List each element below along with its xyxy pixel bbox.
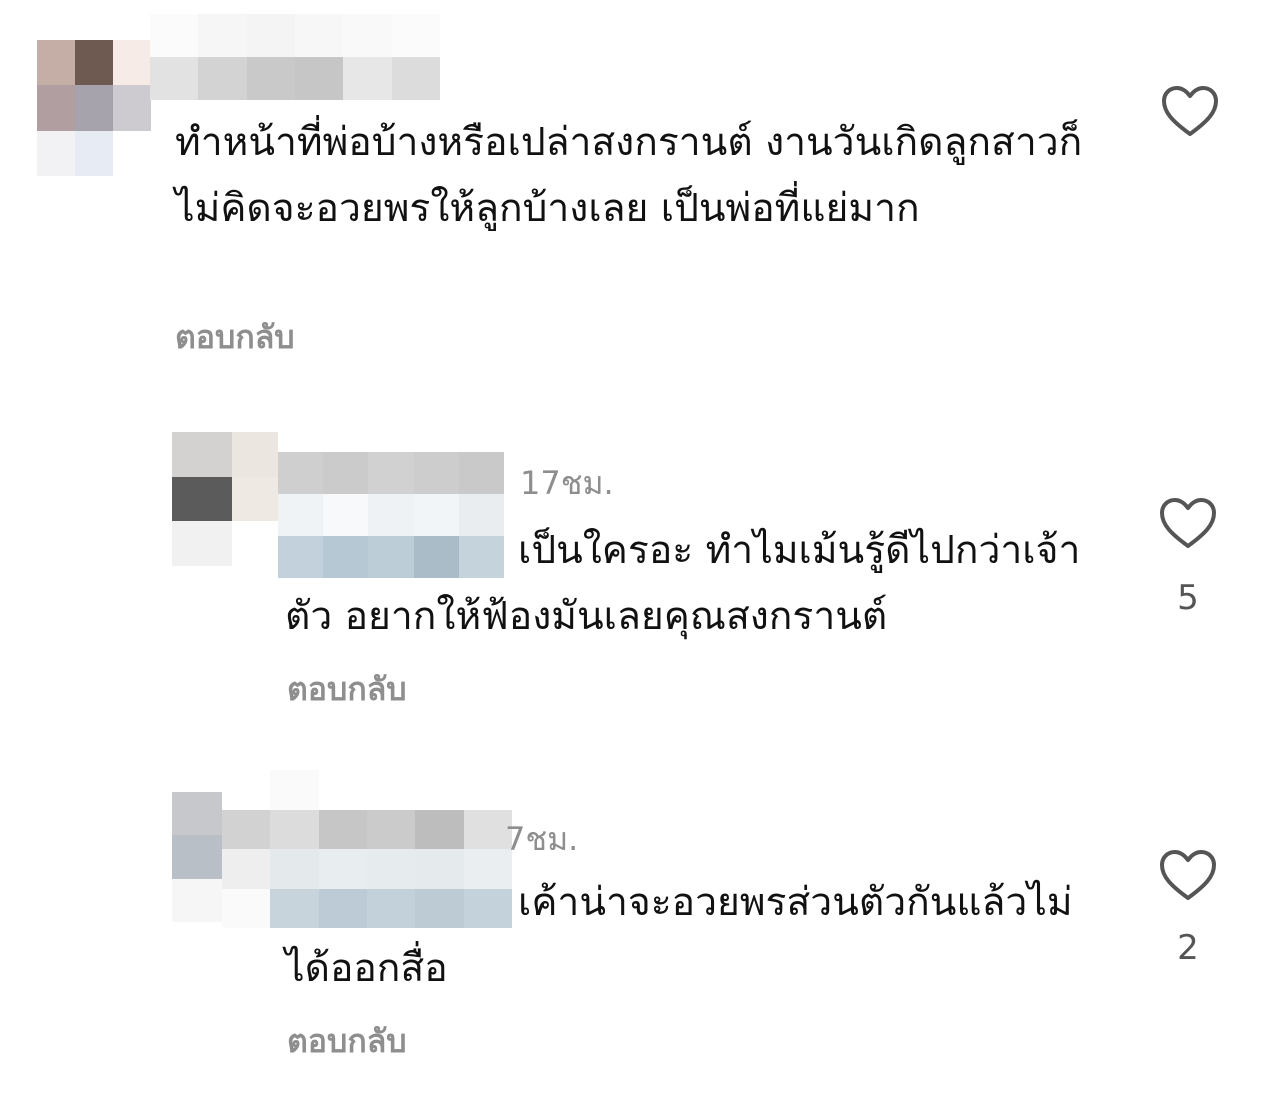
heart-icon[interactable] xyxy=(1160,84,1220,140)
comment-text: เค้าน่าจะอวยพรส่วนตัวกันแล้วไม่ได้ออกสื่… xyxy=(285,880,1073,991)
comment-text: ทำหน้าที่พ่อบ้างหรือเปล่าสงกรานต์ งานวัน… xyxy=(175,120,1083,231)
reply-button[interactable]: ตอบกลับ xyxy=(287,1016,407,1067)
heart-icon[interactable] xyxy=(1158,496,1218,552)
reply-button[interactable]: ตอบกลับ xyxy=(287,664,407,715)
like-count: 5 xyxy=(1177,578,1199,618)
heart-icon[interactable] xyxy=(1158,848,1218,904)
comment-text: เป็นใครอะ ทำไมเม้นรู้ดีไปกว่าเจ้าตัว อยา… xyxy=(285,528,1081,639)
avatar[interactable] xyxy=(37,40,151,176)
comment-time: 17ชม. xyxy=(520,464,614,502)
comment-item: 7ชม. เค้าน่าจะอวยพรส่วนตัวกันแล้วไม่ได้อ… xyxy=(0,770,1280,1100)
comment-time: 7ชม. xyxy=(505,820,579,858)
comment-item: 17ชม. เป็นใครอะ ทำไมเม้นรู้ดีไปกว่าเจ้าต… xyxy=(0,420,1280,720)
username-blurred[interactable] xyxy=(150,14,440,100)
reply-button[interactable]: ตอบกลับ xyxy=(175,312,295,363)
like-count: 2 xyxy=(1177,928,1199,968)
avatar[interactable] xyxy=(172,792,222,922)
comment-item: ทำหน้าที่พ่อบ้างหรือเปล่าสงกรานต์ งานวัน… xyxy=(0,0,1280,370)
avatar[interactable] xyxy=(172,432,278,566)
